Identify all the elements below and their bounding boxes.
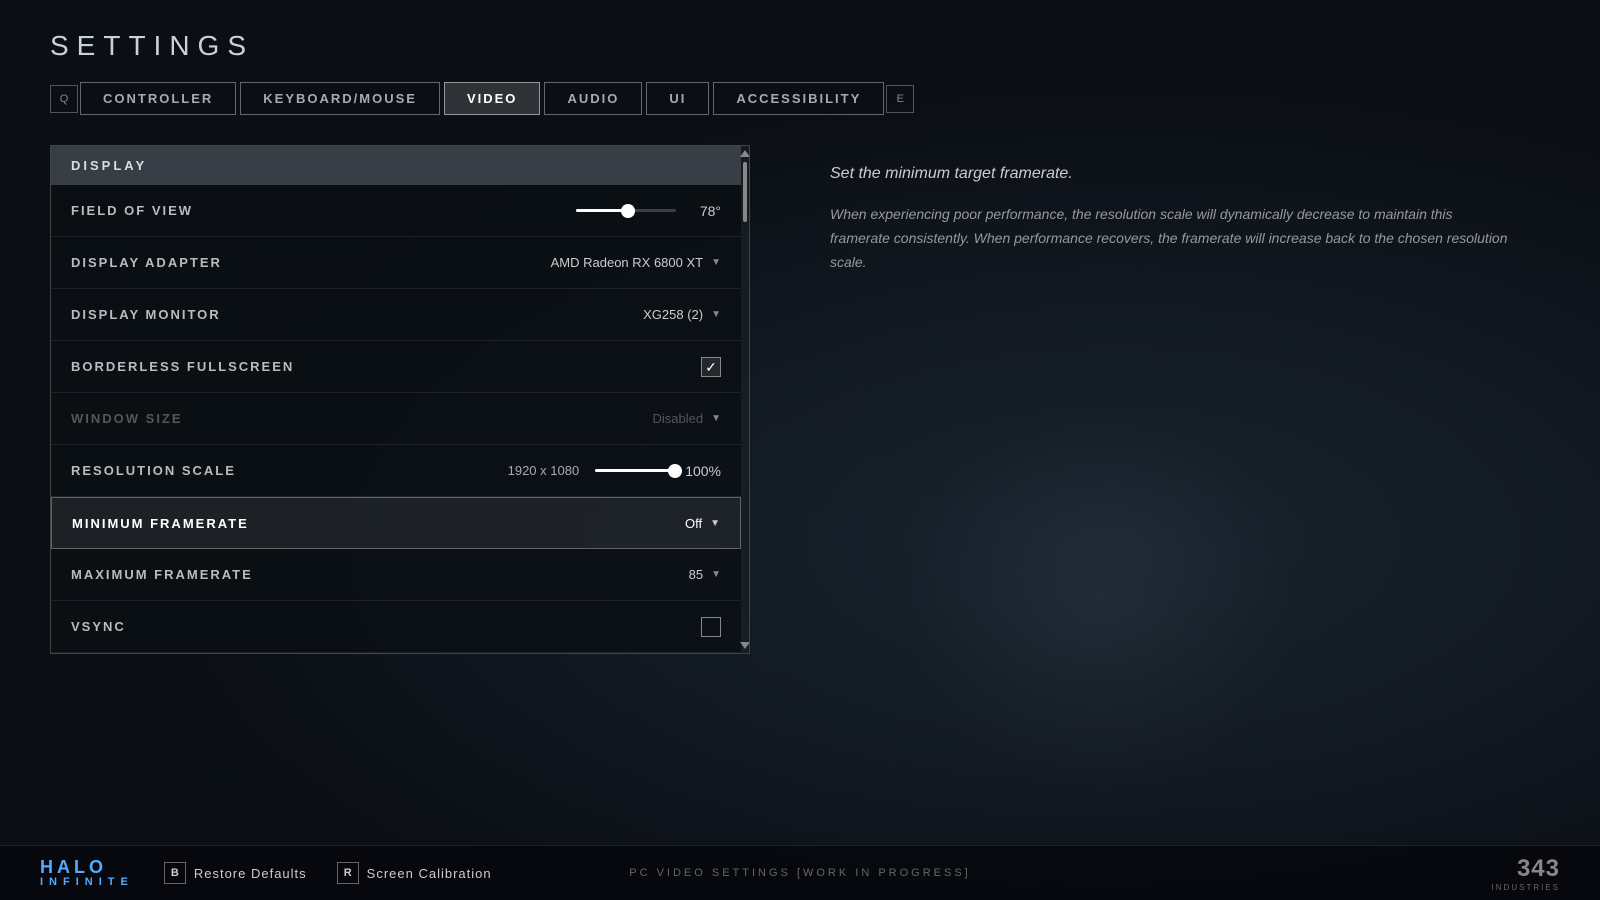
display-adapter-arrow: ▼ xyxy=(711,257,721,268)
display-adapter-value: AMD Radeon RX 6800 XT xyxy=(551,255,703,270)
settings-items: DISPLAY FIELD OF VIEW 78° xyxy=(51,146,741,653)
tab-audio[interactable]: AUDIO xyxy=(544,82,642,115)
settings-list: DISPLAY FIELD OF VIEW 78° xyxy=(50,145,750,654)
setting-row-window-size: WINDOW SIZE Disabled ▼ xyxy=(51,393,741,445)
info-headline: Set the minimum target framerate. xyxy=(830,165,1510,183)
resolution-slider-fill xyxy=(595,469,675,472)
setting-row-vsync: VSYNC xyxy=(51,601,741,653)
resolution-scale-control[interactable]: 1920 x 1080 100% xyxy=(508,463,721,479)
display-monitor-value: XG258 (2) xyxy=(643,307,703,322)
setting-row-resolution-scale: RESOLUTION SCALE 1920 x 1080 100% xyxy=(51,445,741,497)
fov-control[interactable]: 78° xyxy=(576,203,721,219)
tabs-navigation: Q CONTROLLER KEYBOARD/MOUSE VIDEO AUDIO … xyxy=(50,82,1550,115)
display-adapter-label: DISPLAY ADAPTER xyxy=(71,255,222,270)
window-size-value: Disabled xyxy=(653,411,704,426)
resolution-scale-value: 100% xyxy=(685,463,721,479)
fov-slider-track[interactable] xyxy=(576,209,676,212)
fov-value: 78° xyxy=(686,203,721,219)
info-detail: When experiencing poor performance, the … xyxy=(830,203,1510,274)
scroll-up-arrow[interactable] xyxy=(740,150,750,157)
min-framerate-value: Off xyxy=(685,516,702,531)
scrollbar[interactable] xyxy=(741,146,749,653)
vsync-label: VSYNC xyxy=(71,619,126,634)
scroll-down-arrow[interactable] xyxy=(740,642,750,649)
window-size-label: WINDOW SIZE xyxy=(71,411,183,426)
resolution-scale-resolution: 1920 x 1080 xyxy=(508,463,580,478)
tab-controller[interactable]: CONTROLLER xyxy=(80,82,236,115)
borderless-checkmark: ✓ xyxy=(705,360,717,374)
tab-key-right: E xyxy=(886,85,914,113)
window-size-arrow: ▼ xyxy=(711,413,721,424)
fov-slider-thumb[interactable] xyxy=(621,204,635,218)
setting-row-max-framerate: MAXIMUM FRAMERATE 85 ▼ xyxy=(51,549,741,601)
tab-video[interactable]: VIDEO xyxy=(444,82,540,115)
tab-keyboard-mouse[interactable]: KEYBOARD/MOUSE xyxy=(240,82,440,115)
setting-row-display-monitor: DISPLAY MONITOR XG258 (2) ▼ xyxy=(51,289,741,341)
tab-key-left: Q xyxy=(50,85,78,113)
max-framerate-value: 85 xyxy=(689,567,703,582)
display-adapter-dropdown[interactable]: AMD Radeon RX 6800 XT ▼ xyxy=(551,255,721,270)
min-framerate-label: MINIMUM FRAMERATE xyxy=(72,516,249,531)
max-framerate-arrow: ▼ xyxy=(711,569,721,580)
info-panel: Set the minimum target framerate. When e… xyxy=(790,145,1550,825)
setting-row-min-framerate[interactable]: MINIMUM FRAMERATE Off ▼ xyxy=(51,497,741,549)
min-framerate-arrow: ▼ xyxy=(710,518,720,529)
min-framerate-dropdown[interactable]: Off ▼ xyxy=(685,516,720,531)
borderless-checkbox[interactable]: ✓ xyxy=(701,357,721,377)
scroll-thumb[interactable] xyxy=(743,162,747,222)
display-monitor-label: DISPLAY MONITOR xyxy=(71,307,221,322)
max-framerate-label: MAXIMUM FRAMERATE xyxy=(71,567,253,582)
content-area: DISPLAY FIELD OF VIEW 78° xyxy=(50,145,1550,825)
resolution-slider-track[interactable] xyxy=(595,469,675,472)
resolution-slider-thumb[interactable] xyxy=(668,464,682,478)
resolution-scale-label: RESOLUTION SCALE xyxy=(71,463,236,478)
display-monitor-dropdown[interactable]: XG258 (2) ▼ xyxy=(643,307,721,322)
tab-ui[interactable]: UI xyxy=(646,82,709,115)
page-title: SETTINGS xyxy=(50,30,1550,62)
setting-row-fov: FIELD OF VIEW 78° xyxy=(51,185,741,237)
fov-label: FIELD OF VIEW xyxy=(71,203,193,218)
borderless-label: BORDERLESS FULLSCREEN xyxy=(71,359,294,374)
max-framerate-dropdown[interactable]: 85 ▼ xyxy=(689,567,721,582)
vsync-checkbox[interactable] xyxy=(701,617,721,637)
setting-row-display-adapter: DISPLAY ADAPTER AMD Radeon RX 6800 XT ▼ xyxy=(51,237,741,289)
section-display-header: DISPLAY xyxy=(51,146,741,185)
window-size-dropdown: Disabled ▼ xyxy=(653,411,722,426)
display-monitor-arrow: ▼ xyxy=(711,309,721,320)
setting-row-borderless: BORDERLESS FULLSCREEN ✓ xyxy=(51,341,741,393)
tab-accessibility[interactable]: ACCESSIBILITY xyxy=(713,82,884,115)
settings-panel: DISPLAY FIELD OF VIEW 78° xyxy=(50,145,750,825)
